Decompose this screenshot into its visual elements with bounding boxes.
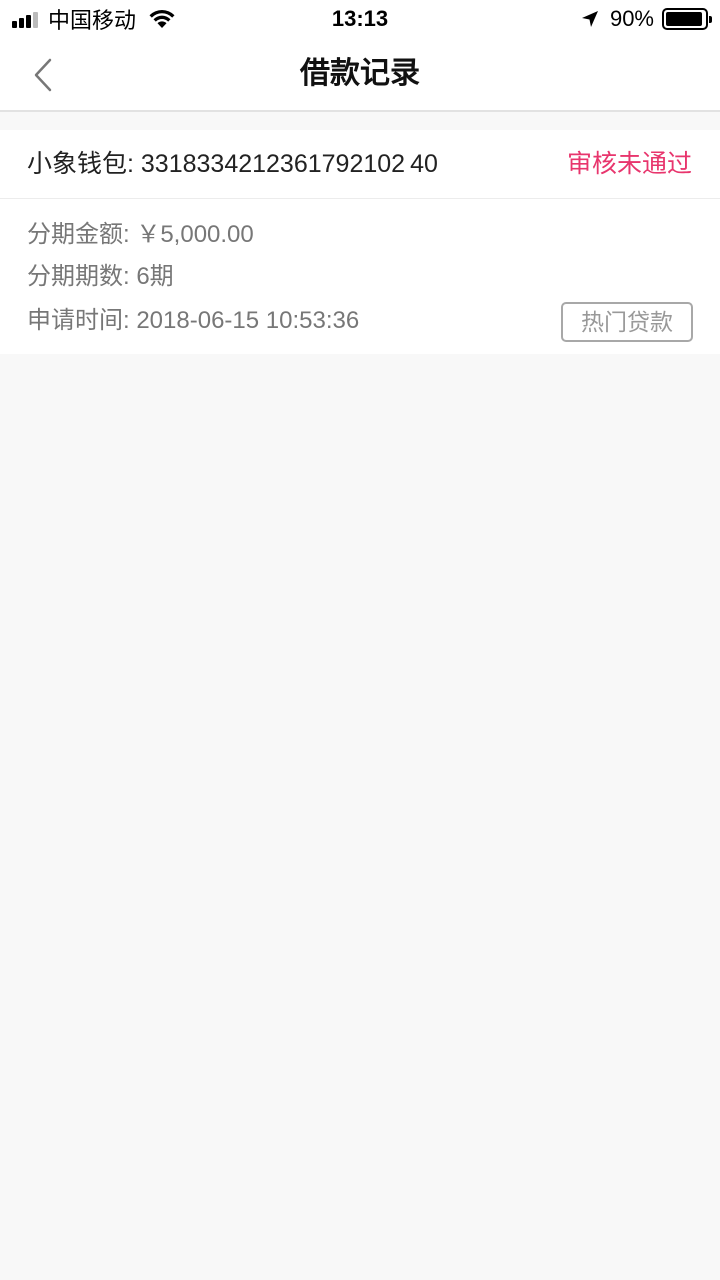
application-time: 申请时间: 2018-06-15 10:53:36	[27, 307, 360, 334]
navigation-bar: 借款记录	[0, 38, 720, 112]
hot-loans-button[interactable]: 热门贷款	[561, 302, 693, 342]
record-header: 小象钱包: 3318334212361792102 40 审核未通过	[0, 130, 720, 199]
loan-record-card[interactable]: 小象钱包: 3318334212361792102 40 审核未通过 分期金额:…	[0, 130, 720, 354]
battery-percent: 90%	[609, 6, 654, 31]
status-badge: 审核未通过	[566, 150, 692, 178]
battery-icon	[662, 8, 712, 30]
installment-periods: 分期期数: 6期	[27, 263, 174, 290]
wallet-order-number: 小象钱包: 3318334212361792102 40	[27, 150, 438, 178]
page-title: 借款记录	[300, 57, 420, 90]
status-bar-right: 90%	[580, 6, 712, 32]
installment-amount: 分期金额: ￥5,000.00	[27, 221, 254, 248]
status-bar: 中国移动 13:13 90%	[0, 0, 720, 38]
location-arrow-icon	[581, 11, 598, 27]
